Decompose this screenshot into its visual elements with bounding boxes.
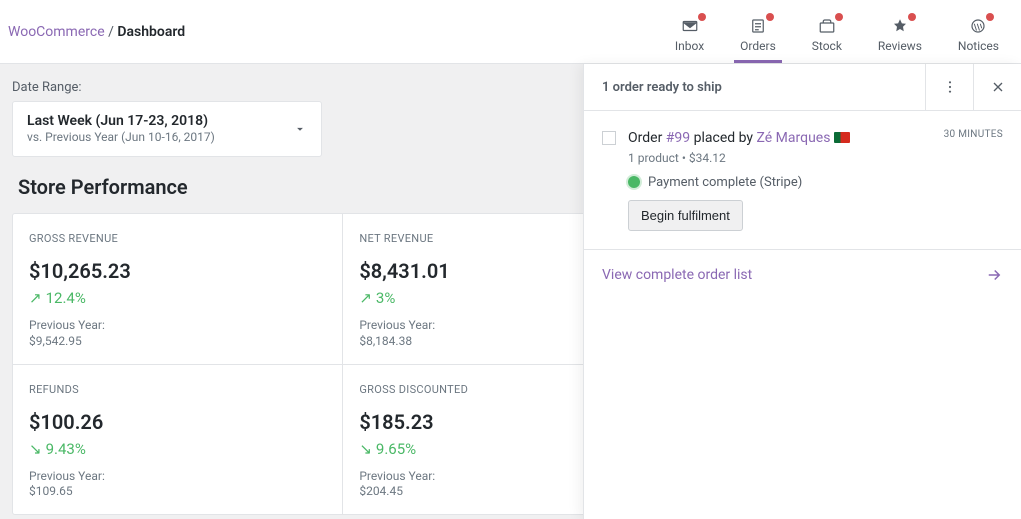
flag-portugal-icon bbox=[834, 132, 850, 143]
order-subtitle: 1 product • $34.12 bbox=[628, 151, 932, 165]
perf-delta: ↘9.43% bbox=[29, 440, 326, 458]
inbox-icon bbox=[680, 17, 700, 35]
order-time: 30 MINUTES bbox=[944, 129, 1003, 140]
panel-header: 1 order ready to ship bbox=[584, 64, 1021, 111]
perf-delta: ↗12.4% bbox=[29, 289, 326, 307]
order-status: Payment complete (Stripe) bbox=[628, 175, 932, 190]
app-header: WooCommerce / Dashboard Inbox Orders Sto… bbox=[0, 0, 1021, 64]
begin-fulfilment-button[interactable]: Begin fulfilment bbox=[628, 200, 743, 231]
wordpress-icon bbox=[968, 17, 988, 35]
order-number: #99 bbox=[666, 130, 690, 146]
arrow-up-icon: ↗ bbox=[29, 289, 42, 307]
perf-value: $100.26 bbox=[29, 410, 326, 434]
panel-close-button[interactable] bbox=[973, 64, 1021, 110]
nav-orders[interactable]: Orders bbox=[734, 9, 782, 63]
perf-value: $10,265.23 bbox=[29, 259, 326, 283]
nav-notices[interactable]: Notices bbox=[952, 9, 1005, 63]
star-icon bbox=[890, 17, 910, 35]
nav-label: Stock bbox=[812, 39, 842, 53]
perf-prev-label: Previous Year: bbox=[29, 317, 326, 334]
arrow-down-icon: ↘ bbox=[359, 440, 372, 458]
date-range-picker[interactable]: Last Week (Jun 17-23, 2018) vs. Previous… bbox=[12, 101, 322, 157]
perf-prev-value: $9,542.95 bbox=[29, 334, 326, 348]
page-title: Dashboard bbox=[117, 24, 185, 40]
perf-prev-value: $109.65 bbox=[29, 484, 326, 498]
orders-panel: 1 order ready to ship Order #99 placed b… bbox=[583, 64, 1021, 519]
panel-footer-label: View complete order list bbox=[602, 267, 752, 283]
nav-reviews[interactable]: Reviews bbox=[872, 9, 928, 63]
close-icon bbox=[990, 79, 1006, 95]
perf-card-refunds[interactable]: REFUNDS $100.26 ↘9.43% Previous Year: $1… bbox=[13, 365, 343, 515]
order-title[interactable]: Order #99 placed by Zé Marques bbox=[628, 129, 932, 149]
nav-label: Inbox bbox=[675, 39, 704, 53]
nav-label: Notices bbox=[958, 39, 999, 53]
arrow-right-icon bbox=[985, 266, 1003, 284]
nav-stock[interactable]: Stock bbox=[806, 9, 848, 63]
perf-label: GROSS REVENUE bbox=[29, 232, 326, 245]
nav-inbox[interactable]: Inbox bbox=[669, 9, 710, 63]
perf-prev-label: Previous Year: bbox=[29, 468, 326, 485]
stock-icon bbox=[817, 17, 837, 35]
order-list-item: Order #99 placed by Zé Marques 1 product… bbox=[584, 111, 1021, 250]
panel-title: 1 order ready to ship bbox=[584, 66, 925, 109]
date-range-main: Last Week (Jun 17-23, 2018) bbox=[27, 112, 215, 130]
customer-name: Zé Marques bbox=[757, 130, 831, 146]
nav-label: Reviews bbox=[878, 39, 922, 53]
perf-label: REFUNDS bbox=[29, 383, 326, 396]
chevron-down-icon bbox=[293, 122, 307, 136]
kebab-icon bbox=[942, 79, 958, 95]
order-checkbox[interactable] bbox=[602, 131, 616, 145]
brand-link[interactable]: WooCommerce bbox=[8, 24, 105, 40]
header-nav: Inbox Orders Stock Reviews bbox=[669, 0, 1005, 63]
arrow-down-icon: ↘ bbox=[29, 440, 42, 458]
arrow-up-icon: ↗ bbox=[359, 289, 372, 307]
perf-card-gross-revenue[interactable]: GROSS REVENUE $10,265.23 ↗12.4% Previous… bbox=[13, 214, 343, 365]
panel-menu-button[interactable] bbox=[925, 64, 973, 110]
nav-label: Orders bbox=[740, 39, 776, 53]
breadcrumb: WooCommerce / Dashboard bbox=[8, 24, 185, 40]
date-range-sub: vs. Previous Year (Jun 10-16, 2017) bbox=[27, 130, 215, 146]
view-order-list-link[interactable]: View complete order list bbox=[584, 250, 1021, 300]
status-dot-icon bbox=[628, 176, 640, 188]
breadcrumb-sep: / bbox=[108, 24, 114, 40]
orders-icon bbox=[748, 17, 768, 35]
